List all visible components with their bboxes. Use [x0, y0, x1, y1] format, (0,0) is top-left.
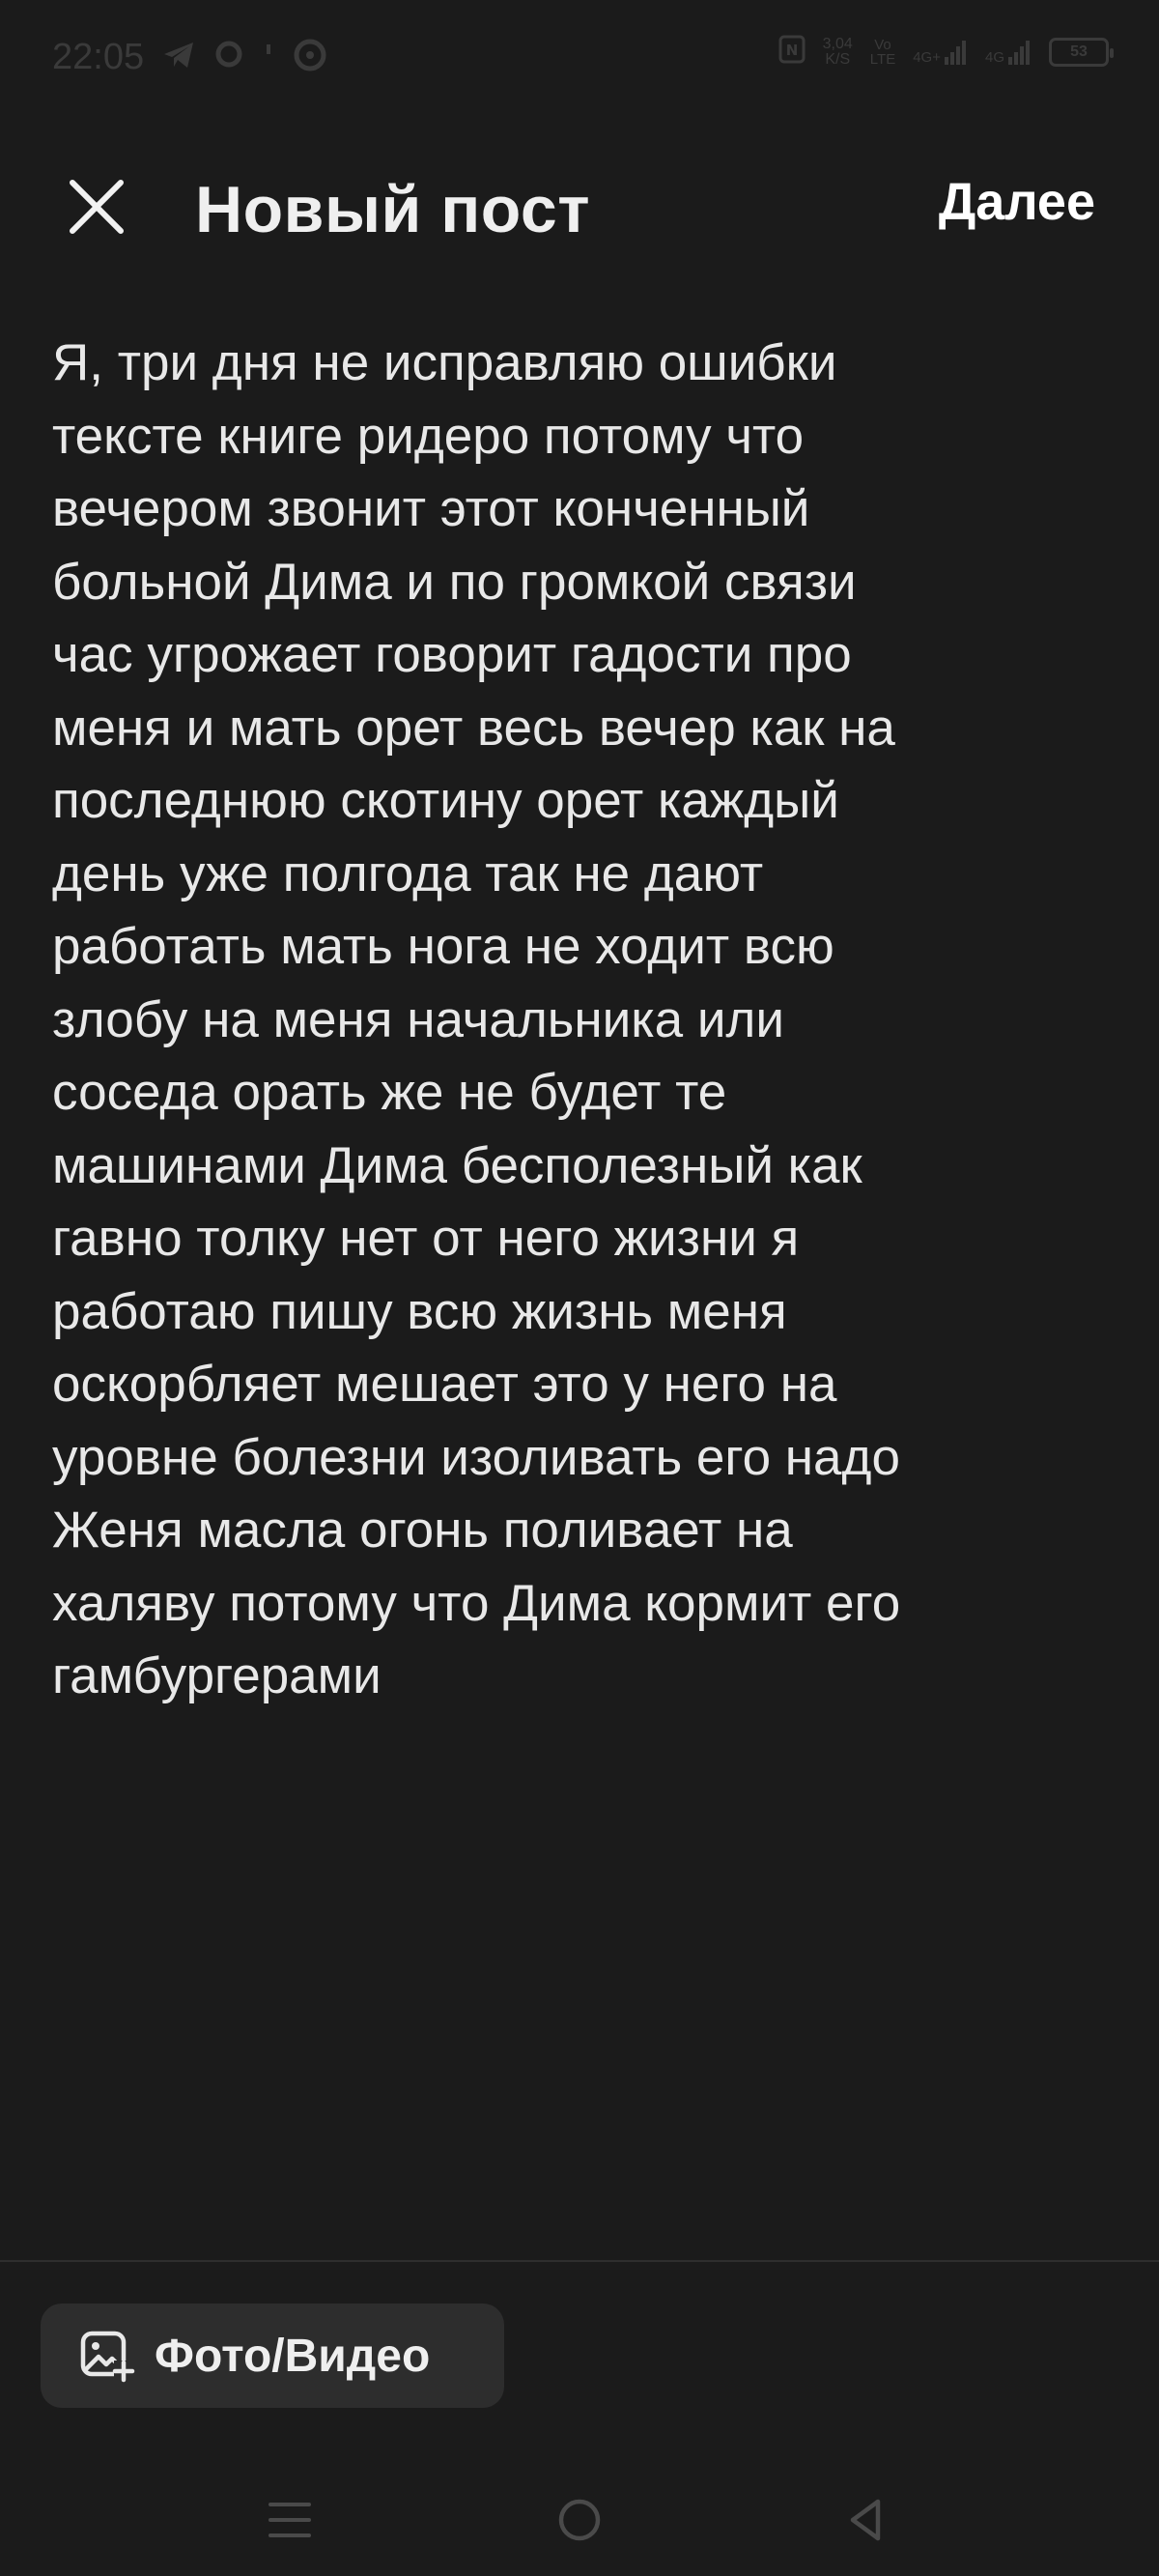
- nfc-icon: N: [778, 35, 806, 69]
- add-photo-icon: [80, 2331, 135, 2383]
- telegram-icon: [162, 41, 195, 70]
- signal-bars-icon: [944, 40, 966, 65]
- dot-icon: [263, 41, 274, 70]
- status-notification-icons: [162, 39, 326, 72]
- status-bar: 22:05 N 3,04 K/S Vo LTE 4G+ 4G 53: [0, 0, 1159, 116]
- system-nav-bar: [0, 2454, 1159, 2570]
- chat-bubble-icon: [214, 41, 243, 70]
- close-icon: [70, 180, 124, 234]
- nav-back-button[interactable]: [829, 2481, 906, 2559]
- status-time: 22:05: [52, 37, 145, 77]
- nav-menu-button[interactable]: [251, 2481, 328, 2559]
- sim1-signal: 4G+: [913, 40, 968, 65]
- status-system-icons: N 3,04 K/S Vo LTE 4G+ 4G 53: [778, 35, 1114, 69]
- add-photo-video-button[interactable]: Фото/Видео: [41, 2304, 504, 2408]
- toolbar-divider: [0, 2260, 1159, 2262]
- post-text-input[interactable]: Я, три дня не исправляю ошибки тексте кн…: [52, 327, 1115, 1713]
- network-speed: 3,04 K/S: [822, 35, 853, 68]
- add-photo-video-label: Фото/Видео: [155, 2330, 431, 2382]
- back-triangle-icon: [850, 2499, 881, 2541]
- svg-text:N: N: [785, 42, 798, 59]
- battery-icon: 53: [1049, 37, 1114, 67]
- menu-icon: [269, 2503, 311, 2537]
- nav-home-button[interactable]: [541, 2481, 618, 2559]
- page-title: Новый пост: [195, 173, 591, 246]
- volte-indicator: Vo LTE: [869, 36, 896, 68]
- header: Новый пост Далее: [0, 145, 1159, 271]
- home-circle-icon: [558, 2499, 601, 2541]
- sim2-signal: 4G: [985, 40, 1032, 65]
- signal-bars-icon: [1008, 40, 1030, 65]
- next-button[interactable]: Далее: [939, 172, 1095, 232]
- battery-level: 53: [1070, 43, 1088, 60]
- close-button[interactable]: [60, 170, 133, 243]
- smiley-icon: [294, 39, 326, 72]
